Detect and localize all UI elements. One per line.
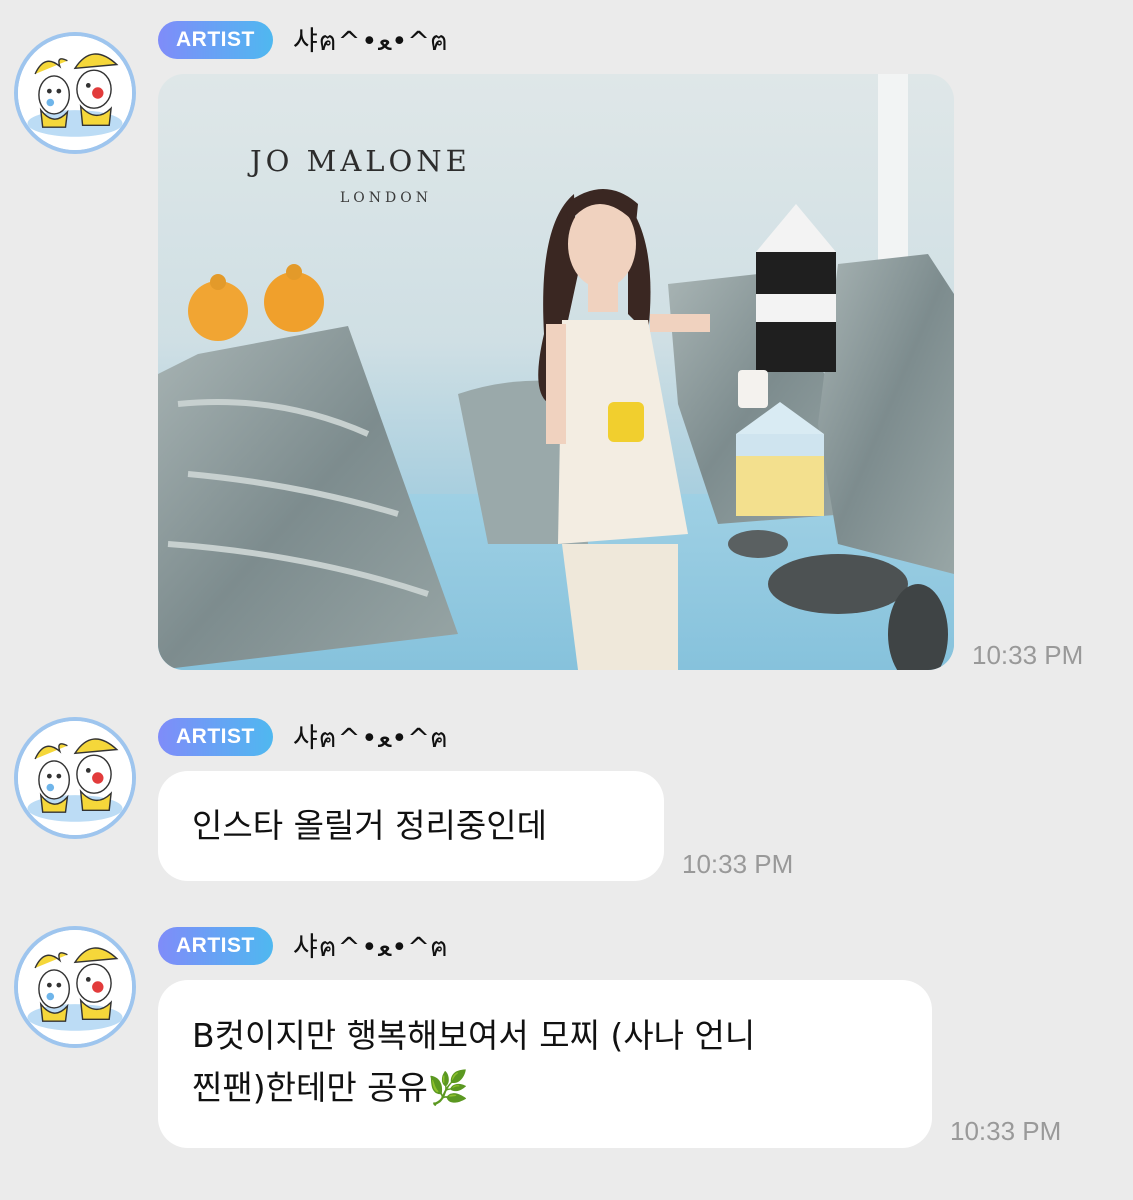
message-header: ARTIST 샤ฅ^•ﻌ•^ฅ bbox=[158, 717, 449, 757]
artist-badge: ARTIST bbox=[158, 21, 273, 59]
sender-name[interactable]: 샤ฅ^•ﻌ•^ฅ bbox=[293, 716, 449, 759]
chat-thread: ARTIST 샤ฅ^•ﻌ•^ฅ JO MALONE LONDON 10:33 P… bbox=[0, 0, 1133, 1200]
cartoon-cat-avatar-icon bbox=[18, 721, 132, 835]
message-bubble[interactable]: 인스타 올릴거 정리중인데 bbox=[158, 771, 664, 881]
avatar[interactable] bbox=[14, 926, 136, 1048]
avatar[interactable] bbox=[14, 717, 136, 839]
photo-attachment[interactable]: JO MALONE LONDON bbox=[158, 74, 954, 670]
avatar[interactable] bbox=[14, 32, 136, 154]
message-3: ARTIST 샤ฅ^•ﻌ•^ฅ B컷이지만 행복해보여서 모찌 (사나 언니 찐… bbox=[0, 926, 1133, 1166]
message-text: 인스타 올릴거 정리중인데 bbox=[192, 806, 547, 845]
herb-icon: 🌿 bbox=[427, 1068, 469, 1107]
artist-badge: ARTIST bbox=[158, 718, 273, 756]
sender-name[interactable]: 샤ฅ^•ﻌ•^ฅ bbox=[293, 925, 449, 968]
sender-name[interactable]: 샤ฅ^•ﻌ•^ฅ bbox=[293, 19, 449, 62]
cartoon-cat-avatar-icon bbox=[18, 36, 132, 150]
message-header: ARTIST 샤ฅ^•ﻌ•^ฅ bbox=[158, 926, 449, 966]
message-text-line-1: B컷이지만 행복해보여서 모찌 (사나 언니 bbox=[192, 1016, 756, 1055]
brand-logo-subtext: LONDON bbox=[340, 190, 432, 206]
cartoon-cat-avatar-icon bbox=[18, 930, 132, 1044]
message-header: ARTIST 샤ฅ^•ﻌ•^ฅ bbox=[158, 20, 449, 60]
message-1: ARTIST 샤ฅ^•ﻌ•^ฅ JO MALONE LONDON 10:33 P… bbox=[0, 20, 1133, 680]
message-timestamp: 10:33 PM bbox=[972, 640, 1084, 670]
message-bubble[interactable]: B컷이지만 행복해보여서 모찌 (사나 언니 찐팬)한테만 공유🌿 bbox=[158, 980, 932, 1148]
message-text-line-2: 찐팬)한테만 공유🌿 bbox=[192, 1062, 898, 1114]
message-2: ARTIST 샤ฅ^•ﻌ•^ฅ 인스타 올릴거 정리중인데 10:33 PM bbox=[0, 717, 1133, 887]
message-text: 찐팬)한테만 공유 bbox=[192, 1068, 428, 1107]
artist-badge: ARTIST bbox=[158, 927, 273, 965]
message-timestamp: 10:33 PM bbox=[682, 849, 794, 879]
brand-logo-text: JO MALONE bbox=[250, 144, 471, 178]
message-timestamp: 10:33 PM bbox=[950, 1116, 1062, 1146]
